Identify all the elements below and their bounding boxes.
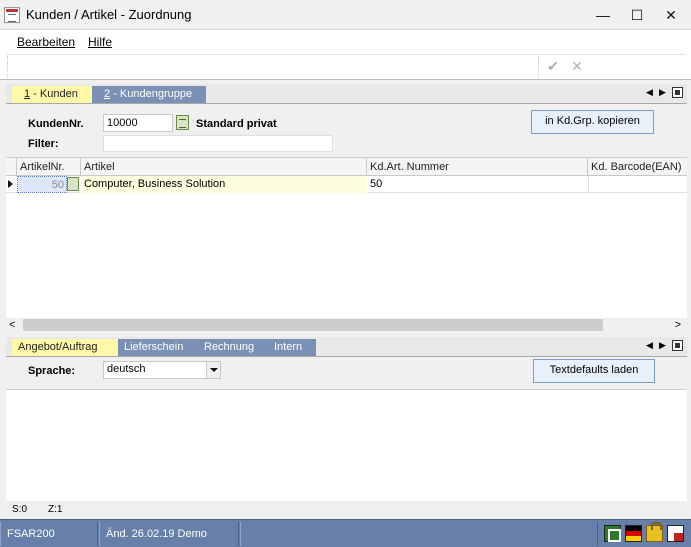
column-header-kdart[interactable]: Kd.Art. Nummer	[367, 158, 588, 176]
sprache-value: deutsch	[107, 363, 146, 375]
column-header-barcode[interactable]: Kd. Barcode(EAN)	[588, 158, 687, 176]
filter-label: Filter:	[28, 138, 59, 150]
panel-toggle-icon[interactable]	[672, 87, 683, 98]
x-icon[interactable]: ✕	[569, 58, 585, 74]
scroll-right-icon[interactable]: >	[675, 318, 681, 333]
column-header-artikel[interactable]: Artikel	[81, 158, 367, 176]
app-icon[interactable]	[4, 7, 20, 23]
grid-header: ArtikelNr. Artikel Kd.Art. Nummer Kd. Ba…	[6, 158, 687, 176]
tab-rechnung[interactable]: Rechnung	[198, 339, 268, 356]
menu-bar: Bearbeiten Hilfe ✔ ✕	[0, 30, 691, 80]
tab-scroll-left-icon[interactable]: ◀	[646, 340, 653, 351]
horizontal-scrollbar[interactable]: < >	[6, 318, 687, 333]
cell-barcode[interactable]	[588, 176, 687, 193]
text-editor[interactable]	[6, 389, 687, 501]
tab-scroll-right-icon[interactable]: ▶	[659, 340, 666, 351]
tab-lieferschein[interactable]: Lieferschein	[118, 339, 198, 356]
excel-icon[interactable]	[604, 525, 621, 542]
sprache-label: Sprache:	[28, 365, 76, 377]
toolbar-separator	[7, 54, 685, 55]
article-grid: ArtikelNr. Artikel Kd.Art. Nummer Kd. Ba…	[6, 157, 687, 333]
kundennr-input[interactable]: 10000	[103, 114, 173, 132]
cell-artikelnr[interactable]: 50	[17, 176, 67, 193]
column-header-artikelnr[interactable]: ArtikelNr.	[17, 158, 81, 176]
tab-kunden[interactable]: 1 - Kunden	[12, 86, 92, 103]
customer-name: Standard privat	[196, 118, 277, 130]
tab-kunden-label: - Kunden	[30, 88, 78, 100]
tab-angebot-auftrag[interactable]: Angebot/Auftrag	[12, 339, 118, 356]
german-flag-icon[interactable]	[625, 525, 642, 542]
scroll-left-icon[interactable]: <	[9, 318, 15, 333]
menu-hilfe[interactable]: Hilfe	[88, 35, 112, 49]
minimize-button[interactable]: —	[588, 4, 618, 26]
row-indicator-header	[6, 158, 17, 176]
scrollbar-thumb[interactable]	[23, 319, 603, 331]
sprache-select[interactable]: deutsch	[103, 361, 221, 379]
menu-bearbeiten-label: Bearbeiten	[17, 35, 76, 49]
row-pointer-icon	[8, 180, 13, 188]
customer-panel: KundenNr. 10000 Standard privat Filter: …	[6, 104, 687, 156]
status-info	[240, 522, 598, 546]
menu-hilfe-label: Hilfe	[88, 35, 113, 49]
change-info: Änd. 26.02.19 Demo	[99, 522, 239, 546]
language-panel: Sprache: deutsch Textdefaults laden	[6, 357, 687, 388]
tab-intern[interactable]: Intern	[268, 339, 316, 356]
cell-artikel[interactable]: Computer, Business Solution	[81, 176, 367, 193]
toolbar-grip	[7, 56, 8, 78]
status-bar: FSAR200 Änd. 26.02.19 Demo	[0, 519, 691, 547]
kundennr-label: KundenNr.	[28, 118, 84, 130]
cell-kdart[interactable]: 50	[367, 176, 588, 193]
lock-icon[interactable]	[646, 522, 663, 542]
customer-tabstrip: 1 - Kunden 2 - Kundengruppe ◀ ▶	[6, 84, 687, 104]
tab-kundengruppe-label: - Kundengruppe	[110, 88, 193, 100]
close-button[interactable]: ✕	[656, 4, 686, 26]
filter-input[interactable]	[103, 135, 333, 152]
tab-scroll-right-icon[interactable]: ▶	[659, 87, 666, 98]
text-tabstrip: Angebot/Auftrag Lieferschein Rechnung In…	[6, 337, 687, 357]
title-bar: Kunden / Artikel - Zuordnung — ☐ ✕	[0, 0, 691, 30]
chevron-down-icon[interactable]	[206, 362, 220, 378]
lookup-icon[interactable]	[67, 177, 79, 191]
table-row[interactable]: 50 Computer, Business Solution 50	[6, 176, 687, 193]
copy-to-group-button[interactable]: in Kd.Grp. kopieren	[531, 110, 654, 134]
toolbar-grip	[538, 56, 539, 78]
check-icon[interactable]: ✔	[545, 58, 561, 74]
stats-z: Z:1	[48, 504, 63, 515]
stats-s: S:0	[12, 504, 28, 515]
lookup-icon[interactable]	[176, 115, 189, 130]
load-text-defaults-button[interactable]: Textdefaults laden	[533, 359, 655, 383]
panel-toggle-icon[interactable]	[672, 340, 683, 351]
tab-kundengruppe[interactable]: 2 - Kundengruppe	[92, 86, 206, 103]
editor-status: S:0 Z:1	[6, 501, 687, 517]
page-icon[interactable]	[667, 525, 684, 542]
window-title: Kunden / Artikel - Zuordnung	[26, 7, 192, 22]
maximize-button[interactable]: ☐	[622, 4, 652, 26]
tab-scroll-left-icon[interactable]: ◀	[646, 87, 653, 98]
program-id: FSAR200	[0, 522, 98, 546]
menu-bearbeiten[interactable]: Bearbeiten	[17, 35, 75, 49]
